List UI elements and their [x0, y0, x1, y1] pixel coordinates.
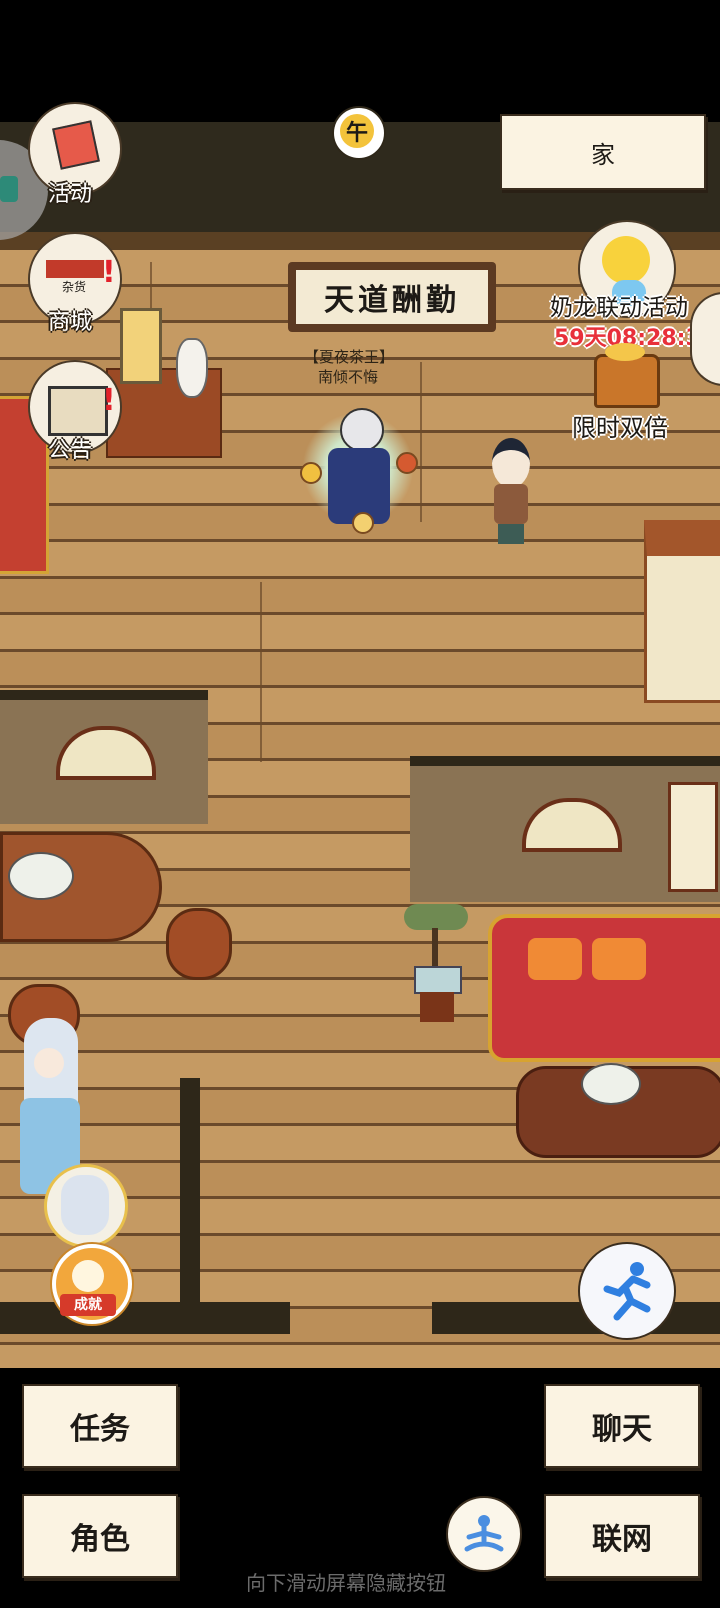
meditate-icon[interactable]	[446, 1496, 522, 1572]
role-label: 角色	[70, 1522, 130, 1557]
floor-seam	[260, 582, 262, 762]
teapot	[8, 852, 74, 900]
notice-label[interactable]: 公告	[48, 432, 92, 464]
plaque-text: 天道酬勤	[324, 283, 460, 318]
location-label: 家	[591, 140, 615, 169]
meditation-figure-icon	[464, 1515, 504, 1552]
time-of-day-sun-icon: 午	[322, 96, 392, 166]
red-sofa	[488, 914, 720, 1062]
achievement-badge[interactable]: 成就	[46, 1244, 132, 1328]
bonsai-plant	[398, 904, 474, 1022]
run-icon[interactable]	[578, 1242, 676, 1340]
floor-beam	[432, 1302, 720, 1334]
shop-label[interactable]: 商城	[48, 304, 92, 336]
vase	[176, 338, 208, 398]
notice-alert-icon: !	[102, 383, 116, 418]
shop-sign: 杂货	[62, 280, 87, 294]
wall-plaque: 天道酬勤	[288, 262, 496, 332]
pillar	[180, 1078, 200, 1310]
collab-event-label[interactable]: 奶龙联动活动	[550, 288, 688, 322]
stool	[166, 908, 232, 980]
lantern	[120, 308, 162, 384]
companion-portrait[interactable]	[44, 1164, 128, 1248]
floor-beam	[0, 1302, 290, 1334]
coffee-table	[516, 1063, 720, 1158]
network-label: 联网	[592, 1522, 652, 1557]
wall-painting	[668, 782, 718, 892]
side-cabinet	[644, 520, 720, 703]
flower-icon	[72, 1260, 104, 1292]
chat-button[interactable]: 聊天	[544, 1384, 700, 1468]
player-title: 【夏夜茶王】	[304, 348, 395, 366]
player-name: 南倾不悔	[318, 368, 379, 386]
treasure-chest-icon[interactable]	[594, 343, 660, 408]
task-label: 任务	[70, 1412, 130, 1447]
achievement-label: 成就	[60, 1294, 116, 1316]
network-button[interactable]: 联网	[544, 1494, 700, 1578]
task-button[interactable]: 任务	[22, 1384, 178, 1468]
hide-buttons-hint: 向下滑动屏幕隐藏按钮	[246, 1571, 446, 1595]
chat-label: 聊天	[592, 1412, 652, 1447]
activity-label[interactable]: 活动	[48, 176, 92, 208]
double-reward-label[interactable]: 限时双倍	[572, 408, 668, 443]
npc-child[interactable]	[484, 438, 538, 552]
runner-figure-icon	[603, 1262, 651, 1321]
time-badge: 午	[345, 121, 368, 146]
shop-alert-icon: !	[102, 255, 116, 290]
role-button[interactable]: 角色	[22, 1494, 178, 1578]
player-character[interactable]	[292, 392, 422, 552]
location-button[interactable]: 家	[500, 114, 706, 190]
